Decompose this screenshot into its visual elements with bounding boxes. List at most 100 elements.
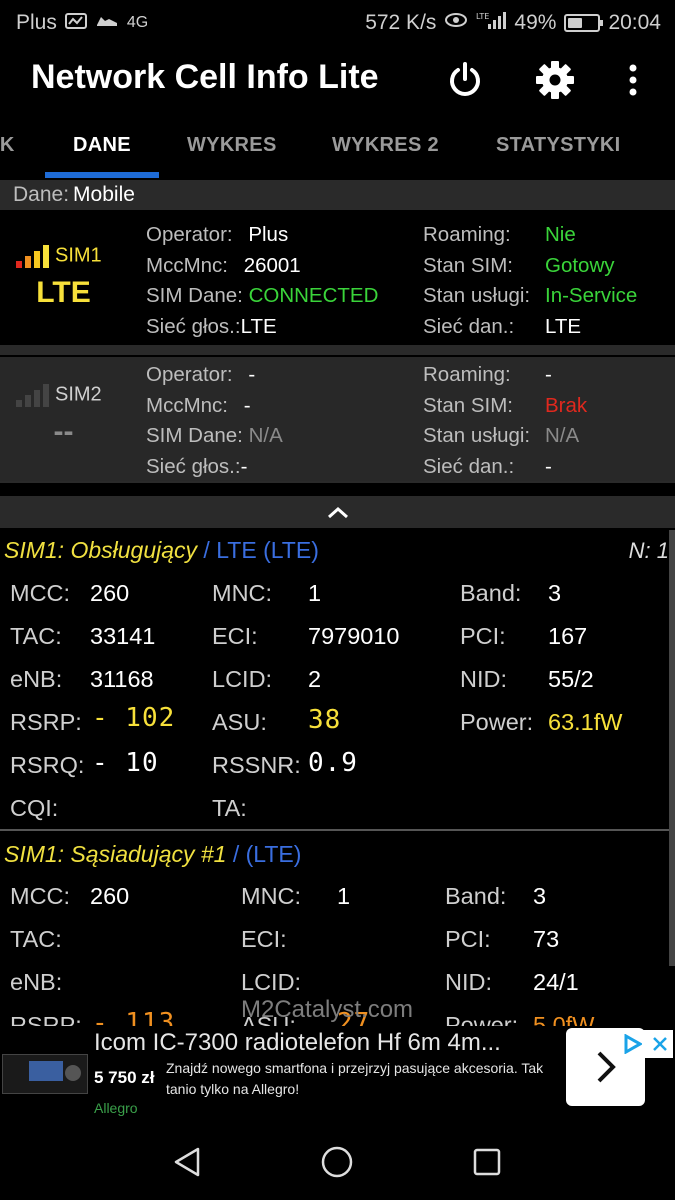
serving-cqi: CQI: xyxy=(10,795,58,822)
label: RSRQ: xyxy=(10,752,85,778)
neighbour-cell-header: SIM1: Sąsiadujący #1 / (LTE) xyxy=(4,841,301,868)
neighbour-lcid: LCID: xyxy=(241,969,301,996)
value: 31168 xyxy=(90,666,154,692)
label: Band: xyxy=(445,883,507,909)
sim2-data-state: N/A xyxy=(248,424,283,447)
home-button[interactable] xyxy=(317,1142,357,1182)
serving-cell-header: SIM1: Obsługujący / LTE (LTE) xyxy=(4,537,319,564)
label: MNC: xyxy=(212,580,273,606)
kv-key: Sieć dan.: xyxy=(423,454,515,478)
battery-percent: 49% xyxy=(514,11,557,34)
data-speed: 572 K/s xyxy=(365,11,437,34)
neighbour-nid: NID: 24/1 xyxy=(445,969,579,996)
ad-description: Znajdź nowego smartfona i przejrzyj pasu… xyxy=(166,1060,544,1097)
label: TAC: xyxy=(10,926,62,952)
label: MCC: xyxy=(10,883,71,909)
tab-dane[interactable]: DANE xyxy=(73,134,131,157)
sim2-data-net: - xyxy=(545,454,552,478)
sim1-signal-icon xyxy=(16,244,49,268)
serving-cell-tech: / LTE (LTE) xyxy=(203,537,319,563)
recents-icon xyxy=(473,1148,501,1176)
serving-eci: ECI: 7979010 xyxy=(212,623,400,650)
sim2-signal-icon xyxy=(16,383,49,407)
clock: 20:04 xyxy=(608,11,661,34)
label: LCID: xyxy=(241,969,302,995)
sim2-operator: - xyxy=(248,363,256,386)
tab-statystyki[interactable]: STATYSTYKI xyxy=(496,134,620,157)
sim1-panel[interactable]: SIM1 LTE Operator: Plus MccMnc: 26001 SI… xyxy=(0,210,675,345)
sim1-operator: Plus xyxy=(248,223,289,246)
label: LCID: xyxy=(212,666,273,692)
data-source-bar: Dane: Mobile xyxy=(0,180,675,210)
label: NID: xyxy=(445,969,492,995)
sim1-left-col: Operator: Plus MccMnc: 26001 SIM Dane: C… xyxy=(146,220,378,342)
kv-key: SIM Dane: xyxy=(146,284,243,307)
more-vert-icon xyxy=(629,64,637,96)
overflow-menu-button[interactable] xyxy=(611,58,655,102)
tab-ik[interactable]: IK xyxy=(0,134,15,157)
neighbour-eci: ECI: xyxy=(241,926,287,953)
scrollbar[interactable] xyxy=(669,530,675,966)
kv-key: Roaming: xyxy=(423,363,511,386)
power-button[interactable] xyxy=(443,58,487,102)
value: 260 xyxy=(90,580,130,606)
label: Band: xyxy=(460,580,522,606)
ad-choices-button[interactable] xyxy=(617,1030,673,1058)
label: ECI: xyxy=(241,926,287,952)
data-source-value: Mobile xyxy=(73,183,135,206)
neighbour-mnc: MNC: 1 xyxy=(241,883,350,910)
ad-title[interactable]: Icom IC-7300 radiotelefon Hf 6m 4m... xyxy=(94,1029,501,1057)
label: ECI: xyxy=(212,623,258,649)
active-tab-indicator xyxy=(45,172,159,178)
ad-image[interactable] xyxy=(2,1054,88,1094)
value: 0.9 xyxy=(308,748,358,778)
serving-nid: NID: 55/2 xyxy=(460,666,594,693)
sim2-panel[interactable]: SIM2 - - Operator: - MccMnc: - SIM Dane: … xyxy=(0,357,675,481)
serving-lcid: LCID: 2 xyxy=(212,666,321,693)
neighbour-tac: TAC: xyxy=(10,926,62,953)
value: 24/1 xyxy=(533,969,579,995)
neighbour-mcc: MCC: 260 xyxy=(10,883,129,910)
divider xyxy=(0,481,675,495)
label: TA: xyxy=(212,795,247,821)
serving-cell-title: SIM1: Obsługujący xyxy=(4,537,198,563)
network-type-label: 4G xyxy=(126,14,149,31)
kv-key: Stan usługi: xyxy=(423,284,531,307)
serving-mcc: MCC: 260 xyxy=(10,580,129,607)
serving-rssnr: RSSNR: 0.9 xyxy=(212,748,357,779)
watermark: M2Catalyst.com xyxy=(241,996,414,1023)
sim2-left-col: Operator: - MccMnc: - SIM Dane: N/A Sieć… xyxy=(146,360,283,482)
serving-ta: TA: xyxy=(212,795,247,822)
sim2-service-state: N/A xyxy=(545,424,580,447)
serving-power: Power: 63.1fW xyxy=(460,709,622,736)
value: 2 xyxy=(308,666,322,692)
tab-bar: IK DANE WYKRES WYKRES 2 STATYSTYKI xyxy=(0,118,675,178)
app-title: Network Cell Info Lite xyxy=(31,58,379,96)
ad-price: 5 750 zł xyxy=(94,1068,155,1087)
sim1-right-col: Roaming: Nie Stan SIM: Gotowy Stan usługi:… xyxy=(423,220,637,342)
tab-wykres-2[interactable]: WYKRES 2 xyxy=(332,134,439,157)
back-button[interactable] xyxy=(167,1142,207,1182)
serving-enb: eNB: 31168 xyxy=(10,666,154,693)
signal-icon: LTE xyxy=(476,10,507,36)
ad-source: Allegro xyxy=(94,1100,138,1116)
value: 167 xyxy=(548,623,588,649)
sim1-mccmnc: 26001 xyxy=(243,253,301,277)
sim2-roaming: - xyxy=(545,363,552,386)
value: 73 xyxy=(533,926,560,952)
recents-button[interactable] xyxy=(467,1142,507,1182)
kv-key: Sieć głos.: xyxy=(146,454,241,478)
tab-wykres[interactable]: WYKRES xyxy=(187,134,277,157)
neighbour-pci: PCI: 73 xyxy=(445,926,559,953)
neighbour-cell-title: SIM1: Sąsiadujący #1 xyxy=(4,841,227,867)
settings-button[interactable] xyxy=(533,58,577,102)
collapse-button[interactable] xyxy=(0,496,675,528)
serving-band: Band: 3 xyxy=(460,580,561,607)
neighbour-count: N: 1 xyxy=(628,538,669,563)
power-icon xyxy=(450,62,480,96)
sim2-name: SIM2 xyxy=(55,383,102,406)
value: 7979010 xyxy=(308,623,400,649)
sim1-name: SIM1 xyxy=(55,244,102,267)
label: PCI: xyxy=(460,623,506,649)
ad-banner[interactable]: Icom IC-7300 radiotelefon Hf 6m 4m... 5 … xyxy=(0,1026,675,1122)
